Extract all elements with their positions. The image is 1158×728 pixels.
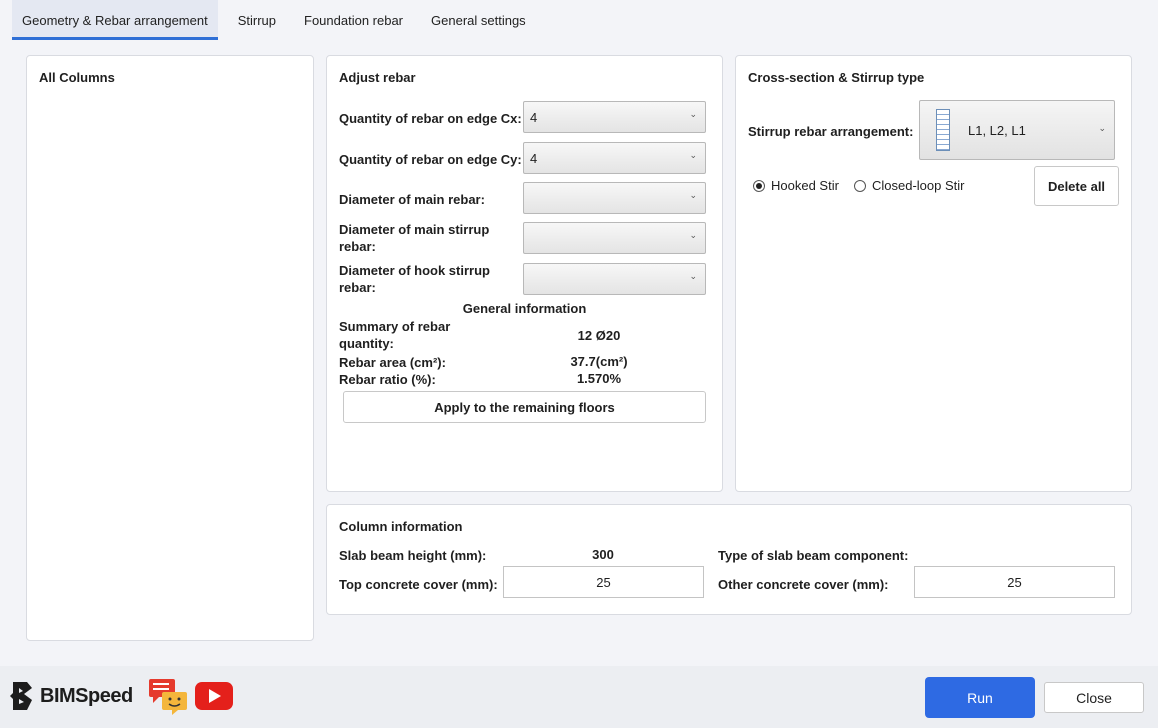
main-diameter-label: Diameter of main rebar: [339, 192, 485, 207]
qty-cy-value: 4 [530, 150, 538, 166]
cross-section-panel: Cross-section & Stirrup type Stirrup reb… [735, 55, 1132, 492]
adjust-rebar-panel: Adjust rebar Quantity of rebar on edge C… [326, 55, 723, 492]
main-stirrup-label: Diameter of main stirrup rebar: [339, 222, 490, 254]
closed-loop-stir-label: Closed-loop Stir [872, 178, 965, 193]
run-button[interactable]: Run [925, 677, 1035, 718]
youtube-icon[interactable] [195, 682, 233, 710]
column-info-title: Column information [339, 519, 463, 534]
hooked-stir-radio[interactable]: Hooked Stir [753, 178, 839, 193]
stirrup-arrangement-label: Stirrup rebar arrangement: [748, 124, 914, 139]
tab-bar: Geometry & Rebar arrangement Stirrup Fou… [12, 0, 544, 40]
close-button[interactable]: Close [1044, 682, 1144, 713]
qty-cx-label: Quantity of rebar on edge Cx: [339, 111, 522, 126]
top-cover-input[interactable]: 25 [503, 566, 704, 598]
top-cover-label: Top concrete cover (mm): [339, 577, 498, 592]
cross-section-title: Cross-section & Stirrup type [748, 70, 925, 85]
chevron-down-icon: ⌄ [689, 150, 697, 160]
other-cover-label: Other concrete cover (mm): [718, 577, 889, 592]
rebar-ratio-value: 1.570% [576, 371, 622, 386]
main-diameter-select[interactable]: ⌄ [523, 182, 706, 214]
qty-cx-value: 4 [530, 109, 538, 125]
rebar-area-value: 37.7(cm²) [570, 354, 628, 369]
tab-foundation-rebar[interactable]: Foundation rebar [294, 0, 413, 40]
bimspeed-logo-icon [10, 682, 32, 710]
brand-name: BIMSpeed [40, 684, 133, 707]
hook-stirrup-label: Diameter of hook stirrup rebar: [339, 263, 490, 295]
chevron-down-icon: ⌄ [689, 230, 697, 240]
tab-geometry-rebar[interactable]: Geometry & Rebar arrangement [12, 0, 218, 40]
qty-cy-label: Quantity of rebar on edge Cy: [339, 152, 522, 167]
slab-height-value: 300 [592, 547, 614, 562]
tab-stirrup[interactable]: Stirrup [228, 0, 286, 40]
chat-feedback-icon[interactable] [148, 678, 188, 716]
chevron-down-icon: ⌄ [689, 271, 697, 281]
slab-height-label: Slab beam height (mm): [339, 548, 487, 563]
stirrup-preview-icon [936, 109, 950, 151]
qty-cy-select[interactable]: 4 ⌄ [523, 142, 706, 174]
rebar-area-label: Rebar area (cm²): [339, 355, 446, 370]
radio-checked-icon [753, 179, 765, 192]
rebar-ratio-label: Rebar ratio (%): [339, 372, 436, 387]
brand-logo[interactable]: BIMSpeed [10, 680, 133, 712]
chevron-down-icon: ⌄ [689, 190, 697, 200]
slab-type-label: Type of slab beam component: [718, 548, 909, 563]
all-columns-title: All Columns [39, 70, 115, 85]
closed-loop-stir-radio[interactable]: Closed-loop Stir [854, 178, 965, 193]
general-info-title: General information [462, 301, 587, 316]
hook-stirrup-select[interactable]: ⌄ [523, 263, 706, 295]
summary-label: Summary of rebar quantity: [339, 319, 451, 351]
adjust-rebar-title: Adjust rebar [339, 70, 416, 85]
hooked-stir-label: Hooked Stir [771, 178, 839, 193]
main-stirrup-select[interactable]: ⌄ [523, 222, 706, 254]
qty-cx-select[interactable]: 4 ⌄ [523, 101, 706, 133]
stirrup-arrangement-select[interactable]: L1, L2, L1 ⌄ [919, 100, 1115, 160]
delete-all-button[interactable]: Delete all [1034, 166, 1119, 206]
footer-bar: BIMSpeed Run Close [0, 666, 1158, 728]
all-columns-panel[interactable]: All Columns [26, 55, 314, 641]
summary-value: 12 Ø20 [577, 328, 621, 343]
chevron-down-icon: ⌄ [689, 109, 697, 119]
chevron-down-icon: ⌄ [1098, 123, 1106, 133]
stirrup-arrangement-value: L1, L2, L1 [968, 122, 1026, 138]
radio-unchecked-icon [854, 179, 866, 192]
apply-remaining-floors-button[interactable]: Apply to the remaining floors [343, 391, 706, 423]
other-cover-input[interactable]: 25 [914, 566, 1115, 598]
column-info-panel: Column information Slab beam height (mm)… [326, 504, 1132, 615]
tab-general-settings[interactable]: General settings [421, 0, 536, 40]
